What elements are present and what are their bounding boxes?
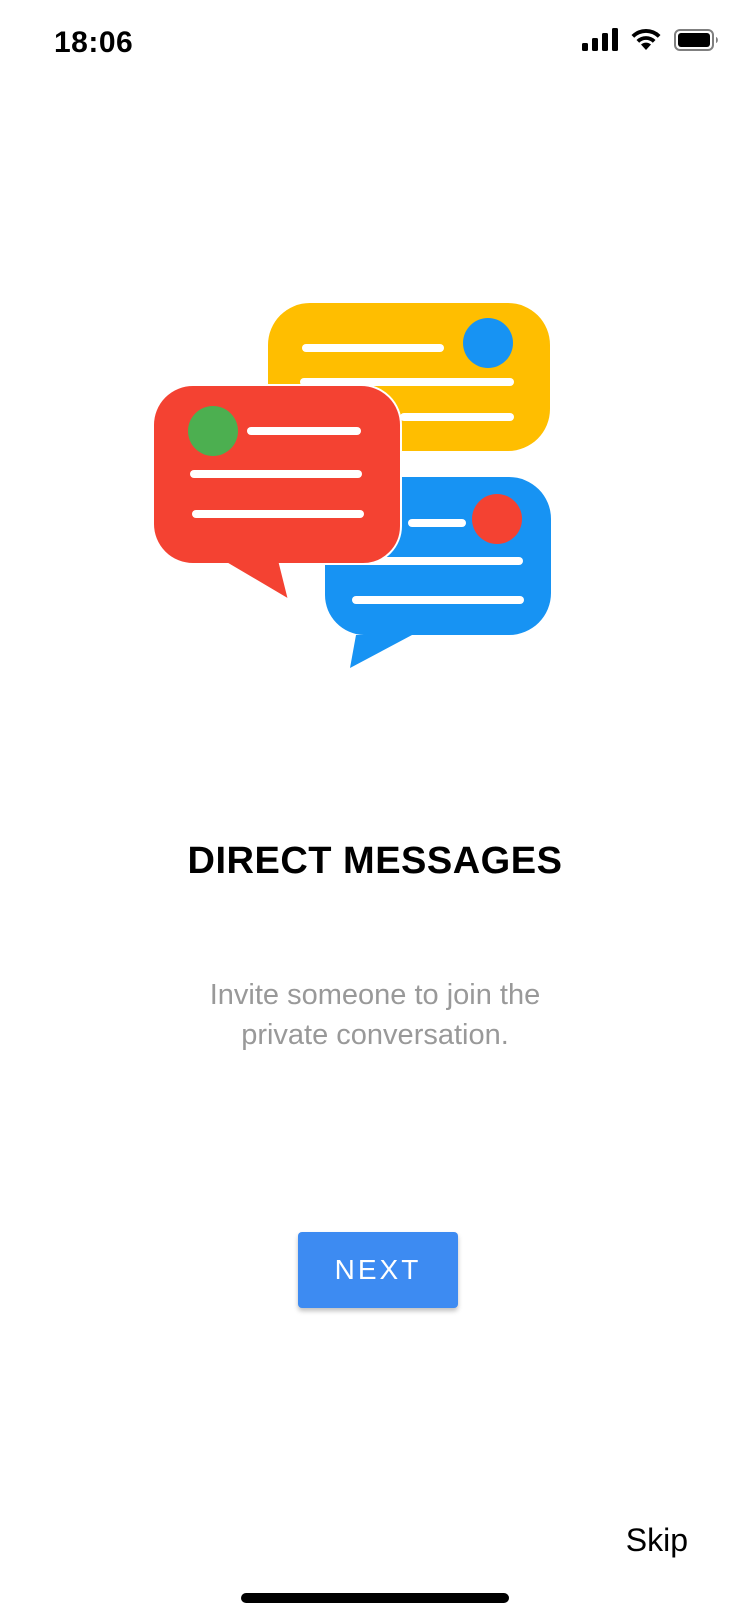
status-bar: 18:06 bbox=[0, 0, 750, 90]
status-icons bbox=[582, 28, 720, 52]
cellular-signal-icon bbox=[582, 28, 618, 51]
home-indicator bbox=[241, 1593, 509, 1603]
wifi-icon bbox=[631, 28, 661, 50]
chat-bubbles-illustration bbox=[150, 300, 570, 690]
chat-bubbles-icon bbox=[152, 303, 551, 668]
status-time: 18:06 bbox=[54, 26, 134, 59]
onboarding-subtitle: Invite someone to join the private conve… bbox=[209, 979, 541, 1051]
next-button[interactable]: NEXT bbox=[298, 1232, 458, 1308]
onboarding-title: DIRECT MESSAGES bbox=[187, 840, 563, 882]
skip-link[interactable]: Skip bbox=[626, 1522, 688, 1559]
battery-icon bbox=[674, 29, 718, 51]
